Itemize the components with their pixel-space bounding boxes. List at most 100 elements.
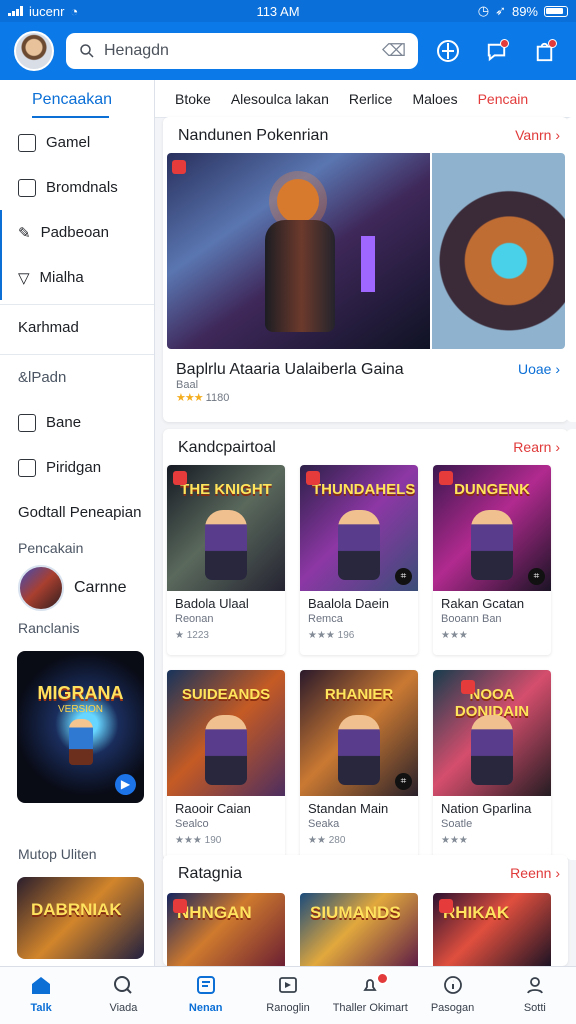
sidebar-heading[interactable]: Godtall Peneapian bbox=[0, 490, 154, 535]
sidebar-heading[interactable]: &lPadn bbox=[0, 355, 154, 400]
user-label: Carnne bbox=[74, 579, 127, 596]
sidebar-footer-label: Mutop Uliten bbox=[18, 846, 97, 862]
game-tile[interactable]: THE KNIGHT Badola Ulaal Reonan ★ 1223 bbox=[167, 465, 285, 655]
sale-badge bbox=[306, 471, 320, 485]
carousel-peek bbox=[566, 117, 576, 422]
nav-label: Thaller Okimart bbox=[332, 1002, 408, 1014]
sidebar-small-promo[interactable]: DABRNIAK bbox=[17, 877, 144, 959]
bottom-see-all-link[interactable]: Reenn › bbox=[510, 865, 560, 881]
bottom-art-title: SIUMANDS bbox=[310, 903, 401, 922]
sidebar-item-bookmarks[interactable]: Bromdnals bbox=[0, 165, 154, 210]
sale-badge bbox=[172, 160, 186, 174]
sidebar-item-piridgan[interactable]: Piridgan bbox=[0, 445, 154, 490]
status-time: 113 AM bbox=[256, 3, 300, 19]
wifi-icon: ◔ bbox=[70, 3, 79, 19]
game-art-title: DUNGENK bbox=[454, 481, 530, 498]
sidebar-promo-card[interactable]: MIGRANA VERSION ▶ bbox=[17, 651, 144, 803]
battery-percent: 89% bbox=[511, 3, 538, 19]
game-rating: ★★★ 196 bbox=[308, 630, 355, 641]
alarm-icon: ◷ bbox=[477, 3, 490, 18]
sidebar-label: Piridgan bbox=[46, 459, 102, 476]
notification-badge bbox=[376, 972, 390, 985]
nav-item-ranoglin[interactable]: Ranoglin bbox=[247, 967, 329, 1024]
search-input[interactable]: Henagdn bbox=[104, 42, 374, 60]
sidebar: Pencaakan Gamel Bromdnals ✎ Padbeoan ▽ M… bbox=[0, 80, 155, 966]
sidebar-title: Pencaakan bbox=[0, 80, 154, 120]
bottom-game-thumb[interactable]: RHIKAK bbox=[433, 893, 551, 966]
game-subtitle: Soatle bbox=[441, 818, 473, 830]
game-rating: ★★★ bbox=[441, 835, 468, 846]
game-art-title: THE KNIGHT bbox=[180, 481, 272, 498]
nav-label: Ranoglin bbox=[266, 1002, 310, 1014]
game-tile[interactable]: THUNDAHELS ⌗ Baalola Daein Remca ★★★ 196 bbox=[300, 465, 418, 655]
nav-item-talk[interactable]: Talk bbox=[0, 967, 82, 1024]
bottom-game-thumb[interactable]: SIUMANDS bbox=[300, 893, 418, 966]
bottom-game-thumb[interactable]: NHNGAN bbox=[167, 893, 285, 966]
tab-alesoulca[interactable]: Alesoulca lakan bbox=[211, 91, 329, 107]
play-icon: ▶ bbox=[115, 774, 136, 795]
game-art-title: THUNDAHELS bbox=[312, 481, 416, 498]
achievements-button[interactable] bbox=[430, 33, 466, 69]
avatar[interactable] bbox=[14, 31, 54, 71]
bottom-navigation: Talk Viada Nenan Ranoglin Thaller Okimar… bbox=[0, 966, 576, 1024]
sale-badge bbox=[173, 471, 187, 485]
sidebar-item-edit[interactable]: ✎ Padbeoan bbox=[0, 210, 154, 255]
notifications-button[interactable] bbox=[526, 33, 562, 69]
clear-search-icon[interactable]: ⌫ bbox=[382, 41, 406, 61]
sidebar-label: Padbeoan bbox=[40, 224, 109, 241]
game-tile[interactable]: DUNGENK ⌗ Rakan Gcatan Booann Ban ★★★ bbox=[433, 465, 551, 655]
game-tile[interactable]: NOOA DONIDAIN Nation Gparlina Soatle ★★★ bbox=[433, 670, 551, 860]
nav-label: Sotti bbox=[523, 1002, 546, 1014]
main-content: Btoke Alesoulca lakan Rerlice Maloes Pen… bbox=[155, 80, 576, 966]
game-character bbox=[205, 715, 247, 785]
game-tile[interactable]: SUIDEANDS Raooir Caian Sealco ★★★ 190 bbox=[167, 670, 285, 860]
game-art-title: SUIDEANDS bbox=[181, 686, 271, 703]
nav-label: Pasogan bbox=[430, 1002, 475, 1014]
game-rating: ★★ 280 bbox=[308, 835, 346, 846]
robot-art bbox=[432, 153, 565, 349]
notification-badge bbox=[548, 39, 557, 48]
carrier-label: iucenr bbox=[29, 3, 65, 19]
sidebar-heading[interactable]: Karhmad bbox=[0, 305, 154, 350]
game-art: THE KNIGHT bbox=[167, 465, 285, 591]
promo-subtitle: VERSION bbox=[57, 704, 103, 715]
grid-see-all-link[interactable]: Rearn › bbox=[513, 439, 560, 455]
featured-subtitle: Baal bbox=[176, 379, 199, 391]
sidebar-item-games[interactable]: Gamel bbox=[0, 120, 154, 165]
tab-pencain[interactable]: Pencain bbox=[458, 91, 528, 119]
battery-icon bbox=[544, 5, 568, 17]
expand-icon: ⌗ bbox=[528, 568, 545, 585]
featured-card[interactable]: Nandunen Pokenrian Vanrn › Baplrlu Ataar… bbox=[163, 117, 568, 422]
nav-item-nenan[interactable]: Nenan bbox=[165, 967, 247, 1024]
square-icon bbox=[18, 458, 36, 477]
sidebar-item-media[interactable]: ▽ Mialha bbox=[0, 255, 154, 300]
book-icon bbox=[194, 974, 218, 996]
game-title: Nation Gparlina bbox=[441, 801, 532, 816]
game-art: RHANIER ⌗ bbox=[300, 670, 418, 796]
tab-bar: Btoke Alesoulca lakan Rerlice Maloes Pen… bbox=[155, 80, 576, 119]
nav-item-viada[interactable]: Viada bbox=[82, 967, 164, 1024]
sidebar-item-bane[interactable]: Bane bbox=[0, 400, 154, 445]
sidebar-label: Bane bbox=[46, 414, 82, 431]
game-tile[interactable]: RHANIER ⌗ Standan Main Seaka ★★ 280 bbox=[300, 670, 418, 860]
messages-button[interactable] bbox=[478, 33, 514, 69]
nav-item-pasogan[interactable]: Pasogan bbox=[411, 967, 493, 1024]
sidebar-user[interactable]: Carnne bbox=[0, 561, 154, 615]
game-art: THUNDAHELS ⌗ bbox=[300, 465, 418, 591]
tab-rerlice[interactable]: Rerlice bbox=[329, 91, 393, 107]
game-title: Badola Ulaal bbox=[175, 596, 249, 611]
game-rating: ★ 1223 bbox=[175, 630, 209, 641]
featured-game-banner[interactable] bbox=[167, 153, 565, 349]
promo-title: MIGRANA bbox=[37, 683, 124, 703]
tab-btoke[interactable]: Btoke bbox=[155, 91, 211, 107]
game-subtitle: Remca bbox=[308, 613, 343, 625]
controller-icon bbox=[18, 133, 36, 152]
featured-open-link[interactable]: Uoae › bbox=[518, 361, 560, 377]
nav-item-thaller[interactable]: Thaller Okimart bbox=[329, 967, 411, 1024]
tab-maloes[interactable]: Maloes bbox=[392, 91, 457, 107]
nav-label: Viada bbox=[109, 1002, 138, 1014]
nav-item-sotti[interactable]: Sotti bbox=[494, 967, 576, 1024]
featured-see-all-link[interactable]: Vanrn › bbox=[515, 127, 560, 143]
sale-badge bbox=[461, 680, 475, 694]
search-bar[interactable]: Henagdn ⌫ bbox=[66, 33, 418, 69]
